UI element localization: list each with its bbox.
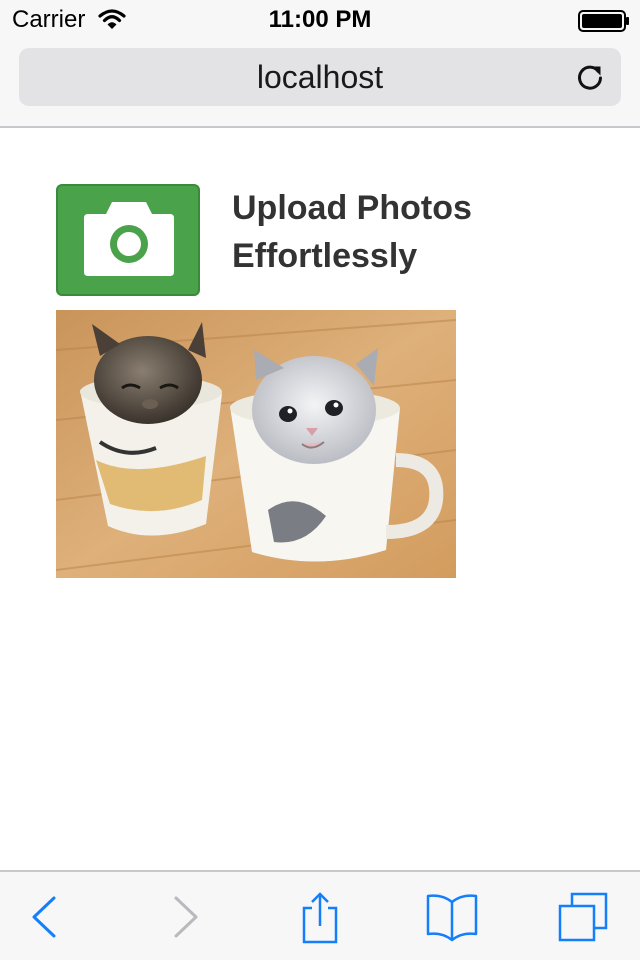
page-headline: Upload Photos Effortlessly <box>232 184 612 280</box>
share-button[interactable] <box>290 890 350 944</box>
tabs-icon <box>558 892 608 942</box>
upload-logo[interactable] <box>56 184 200 296</box>
address-bar[interactable]: localhost <box>19 48 621 106</box>
headline-line-2: Effortlessly <box>232 237 418 275</box>
address-text[interactable]: localhost <box>19 48 621 106</box>
bookmarks-button[interactable] <box>422 890 482 944</box>
camera-icon <box>84 202 174 276</box>
forward-icon <box>174 896 198 938</box>
browser-top-chrome: Carrier 11:00 PM localhost <box>0 0 640 128</box>
status-time: 11:00 PM <box>268 6 372 33</box>
forward-button[interactable] <box>156 890 216 944</box>
bookmarks-icon <box>426 894 478 942</box>
back-button[interactable] <box>14 890 74 944</box>
browser-toolbar <box>0 870 640 960</box>
share-icon <box>302 892 338 944</box>
status-bar: Carrier 11:00 PM <box>0 0 640 40</box>
tabs-button[interactable] <box>554 890 614 944</box>
kitten-photo <box>56 310 456 578</box>
browser-screen: Carrier 11:00 PM localhost Upload Photos… <box>0 0 640 960</box>
headline-line-1: Upload Photos <box>232 189 472 227</box>
back-icon <box>32 896 56 938</box>
reload-icon[interactable] <box>575 62 605 92</box>
battery-icon <box>578 10 629 32</box>
page-content: Upload Photos Effortlessly <box>0 130 640 870</box>
